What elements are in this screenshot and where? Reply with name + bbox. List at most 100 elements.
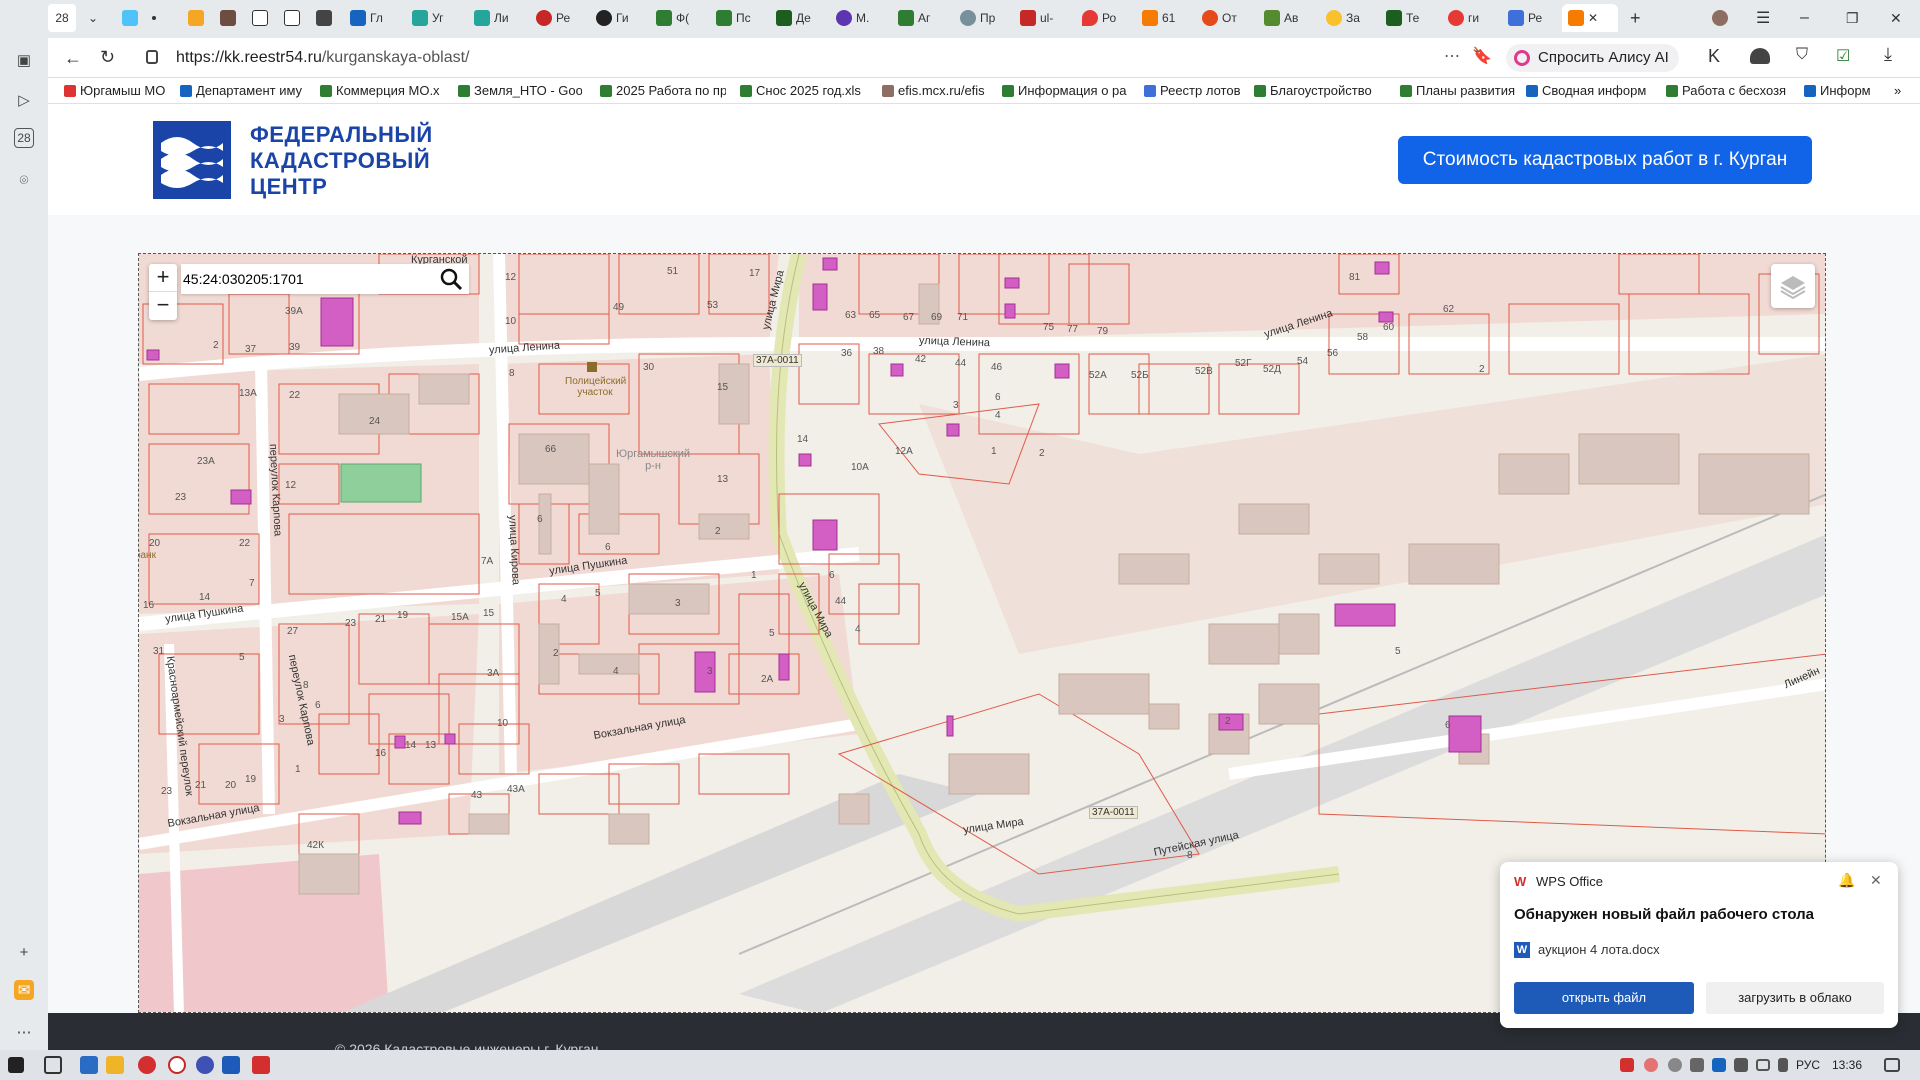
- tab-1[interactable]: Гл: [350, 4, 390, 32]
- yandex-browser-icon[interactable]: [196, 1056, 214, 1074]
- reload-icon[interactable]: ↻: [100, 47, 115, 68]
- tab-20[interactable]: Ре: [1508, 4, 1548, 32]
- volume-icon[interactable]: [1778, 1058, 1788, 1072]
- logo-icon[interactable]: [153, 121, 231, 199]
- start-icon[interactable]: [8, 1057, 24, 1073]
- extension-shield-icon[interactable]: ⛉: [1796, 46, 1808, 64]
- tab-pinned-7[interactable]: [316, 4, 332, 32]
- bookmark-icon[interactable]: 🔖: [1472, 46, 1492, 66]
- layers-button[interactable]: [1771, 264, 1815, 308]
- task-view-icon[interactable]: [44, 1056, 62, 1074]
- tab-4[interactable]: Ре: [536, 4, 576, 32]
- tab-10[interactable]: Аг: [898, 4, 938, 32]
- tab-15[interactable]: От: [1202, 4, 1242, 32]
- more-icon[interactable]: ⋯: [12, 1020, 36, 1044]
- close-icon[interactable]: ✕: [1588, 11, 1598, 25]
- bookmark-item[interactable]: efis.mcx.ru/efis: [882, 83, 996, 98]
- calendar-icon[interactable]: 28: [14, 128, 34, 148]
- network-icon[interactable]: [1756, 1059, 1770, 1071]
- tab-7[interactable]: Пс: [716, 4, 756, 32]
- tab-5[interactable]: Ги: [596, 4, 636, 32]
- tab-list-dropdown[interactable]: ⌄: [82, 4, 104, 32]
- bookmark-item[interactable]: Снос 2025 год.xls: [740, 83, 870, 98]
- bookmark-item[interactable]: Работа с бесхозя: [1666, 83, 1792, 98]
- zoom-out-button[interactable]: −: [149, 292, 177, 320]
- tab-19[interactable]: ги: [1448, 4, 1488, 32]
- notifications-icon[interactable]: [1884, 1058, 1900, 1072]
- c-app-icon[interactable]: [168, 1056, 186, 1074]
- tab-pinned-2[interactable]: [152, 4, 156, 32]
- tab-pinned-3[interactable]: [188, 4, 204, 32]
- minimize-button[interactable]: –: [1800, 4, 1809, 32]
- tab-6[interactable]: Ф(: [656, 4, 696, 32]
- tab-13[interactable]: Ро: [1082, 4, 1122, 32]
- tray-app-icon[interactable]: [1668, 1058, 1682, 1072]
- tab-11[interactable]: Пр: [960, 4, 1000, 32]
- tab-3[interactable]: Ли: [474, 4, 514, 32]
- open-file-button[interactable]: открыть файл: [1514, 982, 1694, 1014]
- bookmark-item[interactable]: Юргамыш МО: [64, 83, 172, 98]
- add-panel-icon[interactable]: +: [12, 940, 36, 964]
- bookmark-item[interactable]: Земля_НТО - Goo: [458, 83, 582, 98]
- tab-active[interactable]: ✕: [1562, 4, 1618, 32]
- back-icon[interactable]: ←: [64, 48, 82, 69]
- app-save-icon[interactable]: [80, 1056, 98, 1074]
- logo-text[interactable]: ФЕДЕРАЛЬНЫЙ КАДАСТРОВЫЙ ЦЕНТР: [250, 122, 433, 200]
- notification-close-icon[interactable]: ✕: [1870, 872, 1882, 889]
- profile-avatar[interactable]: [1712, 4, 1728, 32]
- tray-app-icon[interactable]: [1734, 1058, 1748, 1072]
- tab-16[interactable]: Ав: [1264, 4, 1304, 32]
- mail-icon[interactable]: ✉: [14, 980, 34, 1000]
- tab-9[interactable]: М.: [836, 4, 876, 32]
- bookmark-item[interactable]: Планы развития: [1400, 83, 1524, 98]
- upload-cloud-button[interactable]: загрузить в облако: [1706, 982, 1884, 1014]
- word-icon[interactable]: [222, 1056, 240, 1074]
- search-icon[interactable]: [439, 267, 463, 291]
- downloads-icon[interactable]: ⤓: [1884, 44, 1892, 65]
- tab-8[interactable]: Де: [776, 4, 816, 32]
- clock[interactable]: 13:36: [1832, 1058, 1862, 1072]
- tab-counter[interactable]: 28: [48, 4, 76, 32]
- window-close-button[interactable]: ✕: [1890, 4, 1902, 32]
- tab-18[interactable]: Те: [1386, 4, 1426, 32]
- url-field[interactable]: https://kk.reestr54.ru/kurganskaya-oblas…: [176, 46, 1456, 70]
- tab-pinned-4[interactable]: [220, 4, 236, 32]
- tray-app-icon[interactable]: [1712, 1058, 1726, 1072]
- extension-hat-icon[interactable]: [1750, 48, 1770, 64]
- opera-icon[interactable]: [138, 1056, 156, 1074]
- bookmark-item[interactable]: Информ: [1804, 83, 1880, 98]
- bookmark-item[interactable]: Департамент иму: [180, 83, 308, 98]
- more-dots-icon[interactable]: ⋯: [1444, 46, 1460, 66]
- more-bookmarks-button[interactable]: »: [1894, 83, 1901, 98]
- collections-icon[interactable]: ▣: [12, 48, 36, 72]
- bookmark-item[interactable]: Коммерция МО.x: [320, 83, 448, 98]
- bookmark-item[interactable]: Сводная информ: [1526, 83, 1654, 98]
- camera-icon[interactable]: ⌾: [12, 168, 36, 192]
- cadastral-cost-button[interactable]: Стоимость кадастровых работ в г. Курган: [1398, 136, 1812, 184]
- tray-app-icon[interactable]: [1690, 1058, 1704, 1072]
- wps-icon[interactable]: [252, 1056, 270, 1074]
- extension-check-icon[interactable]: ☑: [1836, 46, 1850, 66]
- bell-icon[interactable]: 🔔: [1838, 872, 1855, 889]
- explorer-icon[interactable]: [106, 1056, 124, 1074]
- cadastral-number-input[interactable]: [183, 267, 423, 291]
- tab-14[interactable]: 61: [1142, 4, 1182, 32]
- new-tab-button[interactable]: +: [1630, 4, 1641, 32]
- restore-button[interactable]: ❐: [1846, 4, 1859, 32]
- menu-button[interactable]: ☰: [1756, 4, 1770, 32]
- security-icon[interactable]: [146, 50, 158, 64]
- tab-17[interactable]: За: [1326, 4, 1366, 32]
- tab-pinned-1[interactable]: [122, 4, 138, 32]
- tray-wps-icon[interactable]: [1620, 1058, 1634, 1072]
- extension-k-icon[interactable]: K: [1708, 46, 1720, 67]
- bookmark-item[interactable]: Информация о ра: [1002, 83, 1132, 98]
- tray-app-icon[interactable]: [1644, 1058, 1658, 1072]
- tab-12[interactable]: ul-: [1020, 4, 1060, 32]
- tab-pinned-5[interactable]: [252, 4, 268, 32]
- play-icon[interactable]: ▷: [12, 88, 36, 112]
- ask-alice-button[interactable]: Спросить Алису AI: [1506, 44, 1679, 72]
- bookmark-item[interactable]: Благоустройство: [1254, 83, 1392, 98]
- language-indicator[interactable]: РУС: [1796, 1058, 1820, 1072]
- tab-pinned-6[interactable]: [284, 4, 300, 32]
- zoom-in-button[interactable]: +: [149, 264, 177, 292]
